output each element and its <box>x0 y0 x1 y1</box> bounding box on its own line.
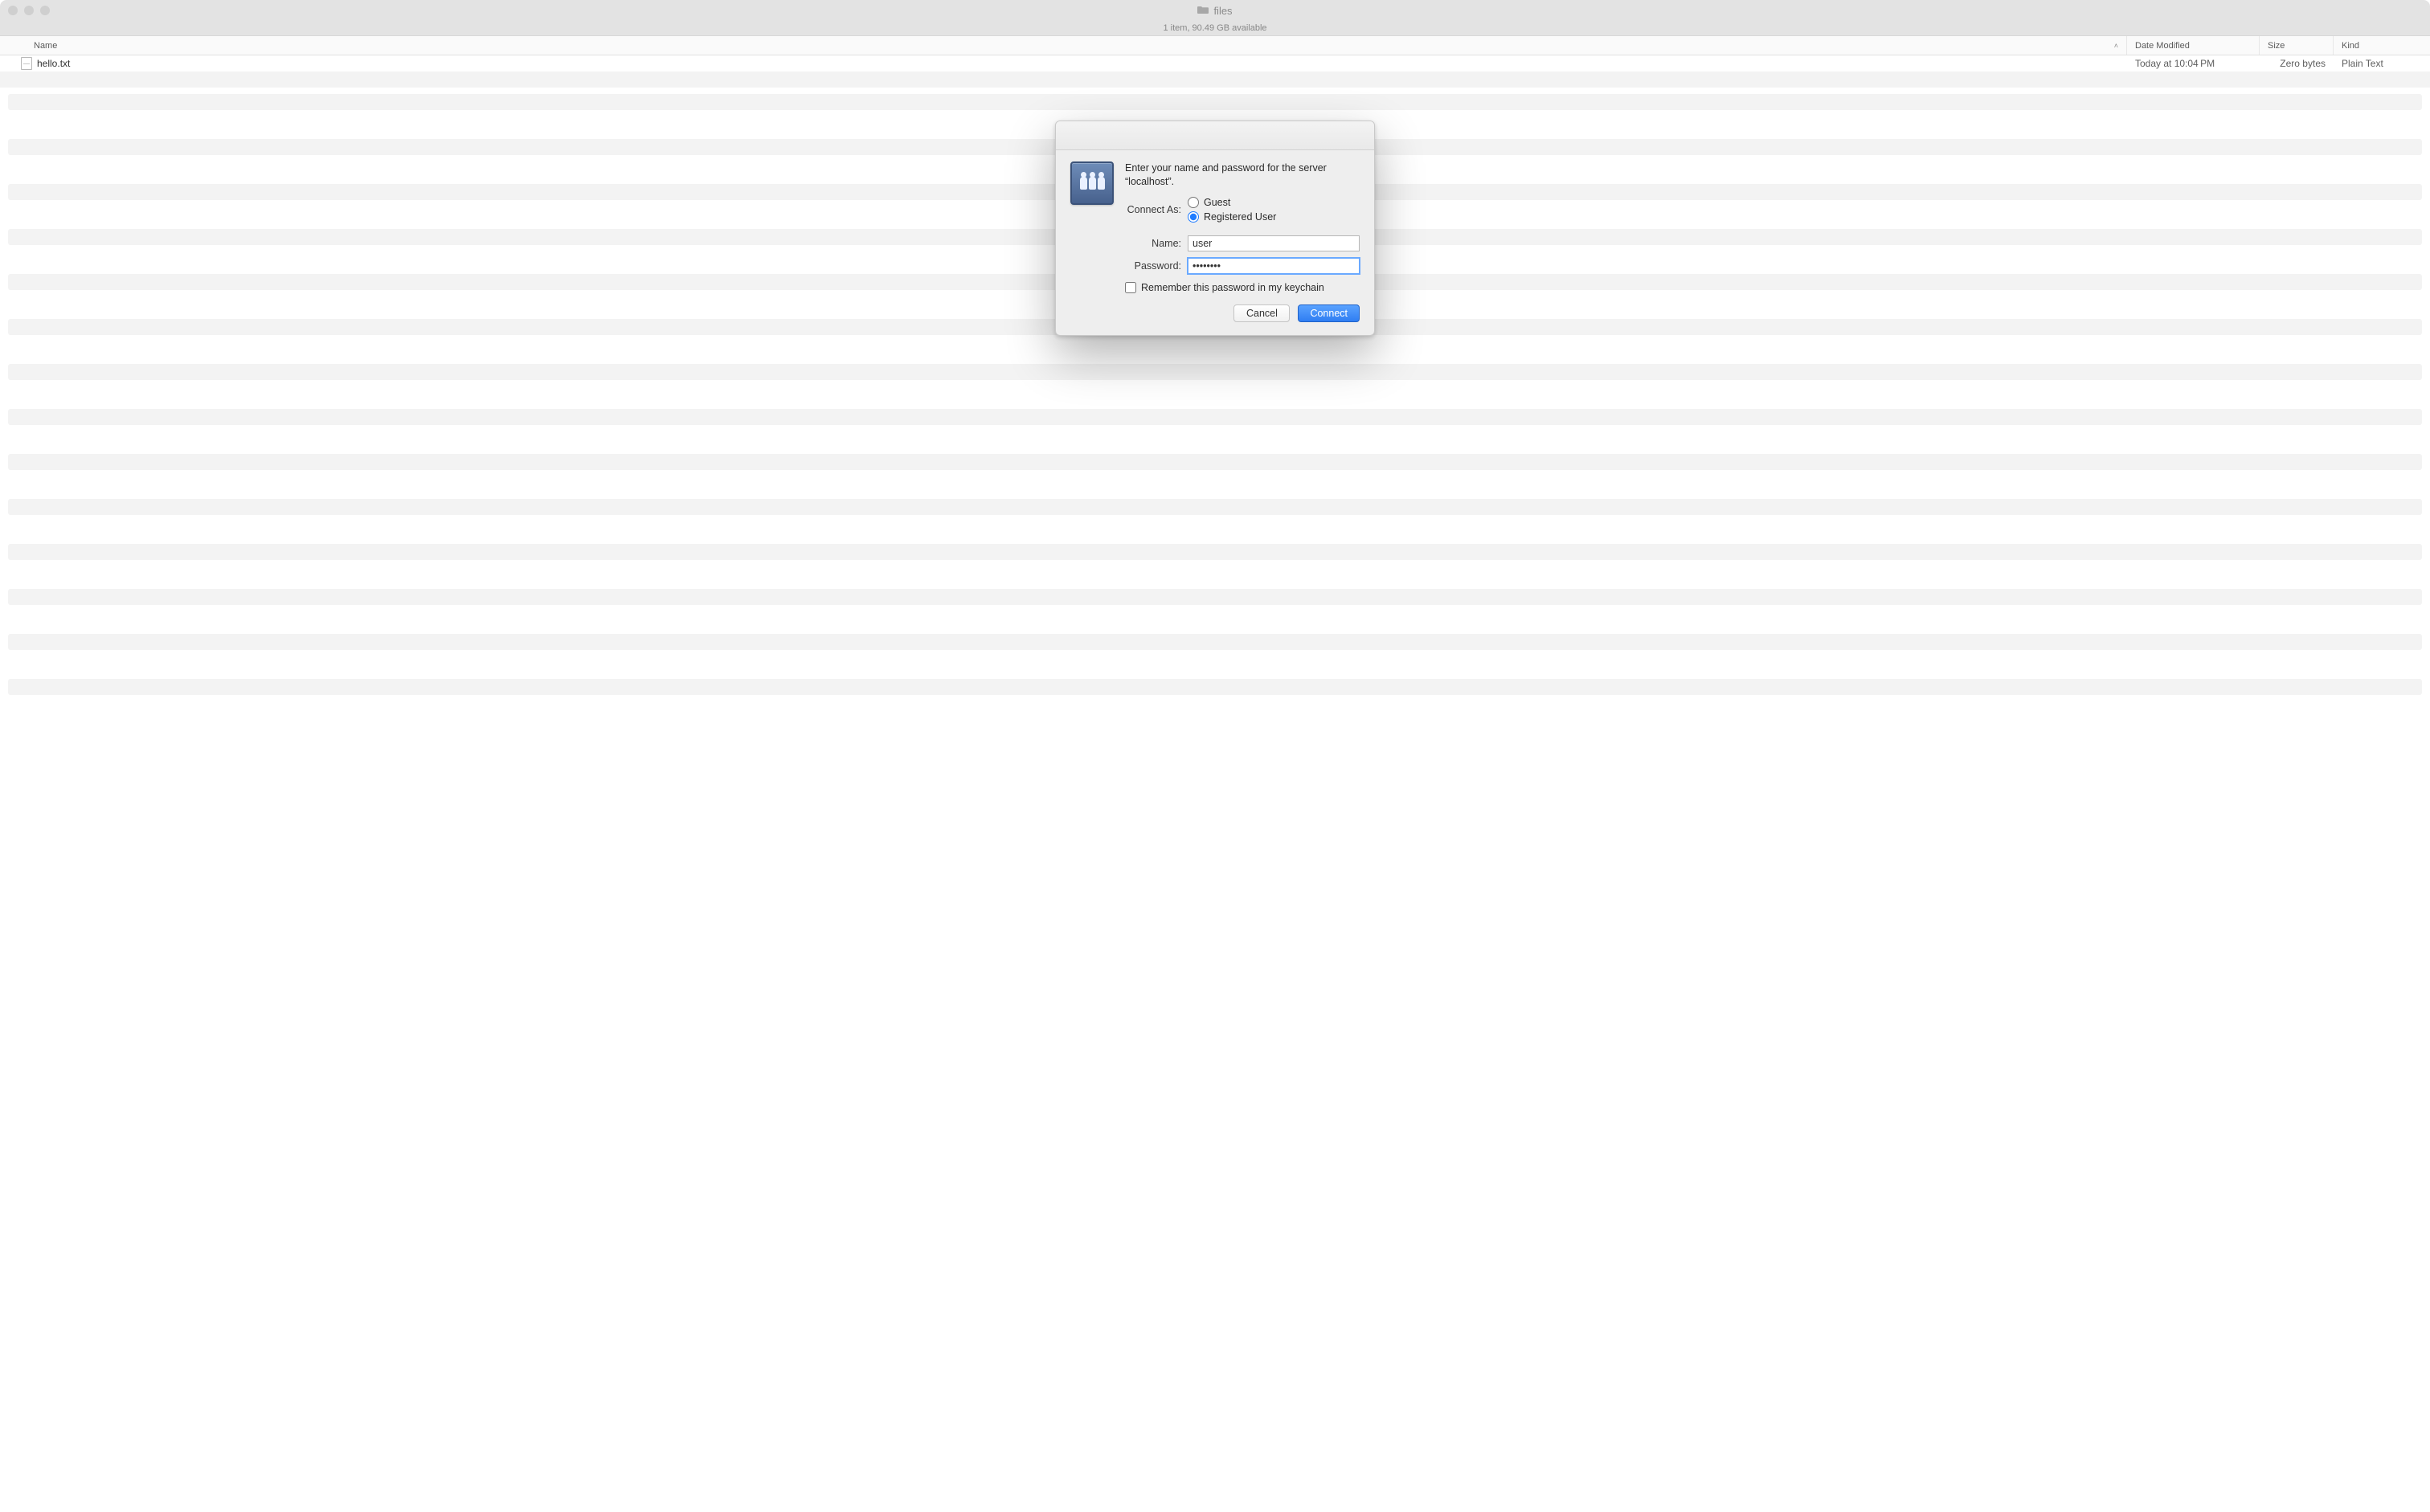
stripe <box>8 656 2422 672</box>
dialog-titlebar <box>1056 121 1374 150</box>
connect-button[interactable]: Connect <box>1298 304 1360 322</box>
password-input[interactable] <box>1188 258 1360 274</box>
remember-password-label: Remember this password in my keychain <box>1141 282 1324 293</box>
stripe <box>8 386 2422 403</box>
connect-button-label: Connect <box>1310 308 1348 319</box>
stripe <box>8 409 2422 425</box>
file-kind: Plain Text <box>2334 58 2430 69</box>
stripe <box>8 589 2422 605</box>
stripe <box>8 679 2422 695</box>
column-size-label: Size <box>2268 41 2285 51</box>
stripe <box>8 634 2422 650</box>
password-label: Password: <box>1125 260 1188 272</box>
file-date: Today at 10:04 PM <box>2127 58 2260 69</box>
guest-radio-label: Guest <box>1204 197 1230 208</box>
stripe <box>8 544 2422 560</box>
stripe <box>8 566 2422 582</box>
remember-password-row[interactable]: Remember this password in my keychain <box>1125 282 1360 293</box>
name-input[interactable] <box>1188 235 1360 251</box>
remember-password-checkbox[interactable] <box>1125 282 1136 293</box>
folder-icon <box>1197 5 1209 17</box>
column-date-label: Date Modified <box>2135 41 2190 51</box>
stripe <box>8 431 2422 447</box>
stripe <box>8 476 2422 492</box>
file-list: hello.txt Today at 10:04 PM Zero bytes P… <box>0 55 2430 88</box>
column-name-label: Name <box>34 41 57 51</box>
column-kind-label: Kind <box>2342 41 2359 51</box>
titlebar: files <box>0 0 2430 21</box>
dialog-prompt: Enter your name and password for the ser… <box>1125 161 1360 189</box>
stripe <box>8 611 2422 627</box>
stripe <box>8 341 2422 358</box>
status-bar: 1 item, 90.49 GB available <box>0 21 2430 36</box>
registered-user-radio-row[interactable]: Registered User <box>1188 211 1276 223</box>
cancel-button[interactable]: Cancel <box>1233 304 1290 322</box>
stripe <box>8 521 2422 537</box>
stripe <box>8 454 2422 470</box>
column-header: Name ˄ Date Modified Size Kind <box>0 36 2430 55</box>
text-file-icon <box>21 57 32 70</box>
file-name: hello.txt <box>37 58 70 69</box>
registered-user-radio-label: Registered User <box>1204 211 1276 223</box>
column-date-header[interactable]: Date Modified <box>2127 36 2260 55</box>
connect-to-server-dialog: Enter your name and password for the ser… <box>1055 121 1375 336</box>
guest-radio-row[interactable]: Guest <box>1188 197 1276 208</box>
cancel-button-label: Cancel <box>1246 308 1278 319</box>
column-name-header[interactable]: Name ˄ <box>0 36 2127 55</box>
file-sharing-icon <box>1070 161 1114 205</box>
name-label: Name: <box>1125 238 1188 249</box>
guest-radio[interactable] <box>1188 197 1199 208</box>
empty-row <box>0 72 2430 88</box>
column-kind-header[interactable]: Kind <box>2334 36 2430 55</box>
stripe <box>8 499 2422 515</box>
file-row[interactable]: hello.txt Today at 10:04 PM Zero bytes P… <box>0 55 2430 72</box>
registered-user-radio[interactable] <box>1188 211 1199 223</box>
column-size-header[interactable]: Size <box>2260 36 2334 55</box>
window-title: files <box>1213 5 1232 17</box>
status-text: 1 item, 90.49 GB available <box>1163 23 1266 33</box>
sort-ascending-icon: ˄ <box>2114 42 2118 50</box>
connect-as-label: Connect As: <box>1125 204 1188 215</box>
stripe <box>8 364 2422 380</box>
file-size: Zero bytes <box>2260 58 2334 69</box>
stripe <box>8 94 2422 110</box>
